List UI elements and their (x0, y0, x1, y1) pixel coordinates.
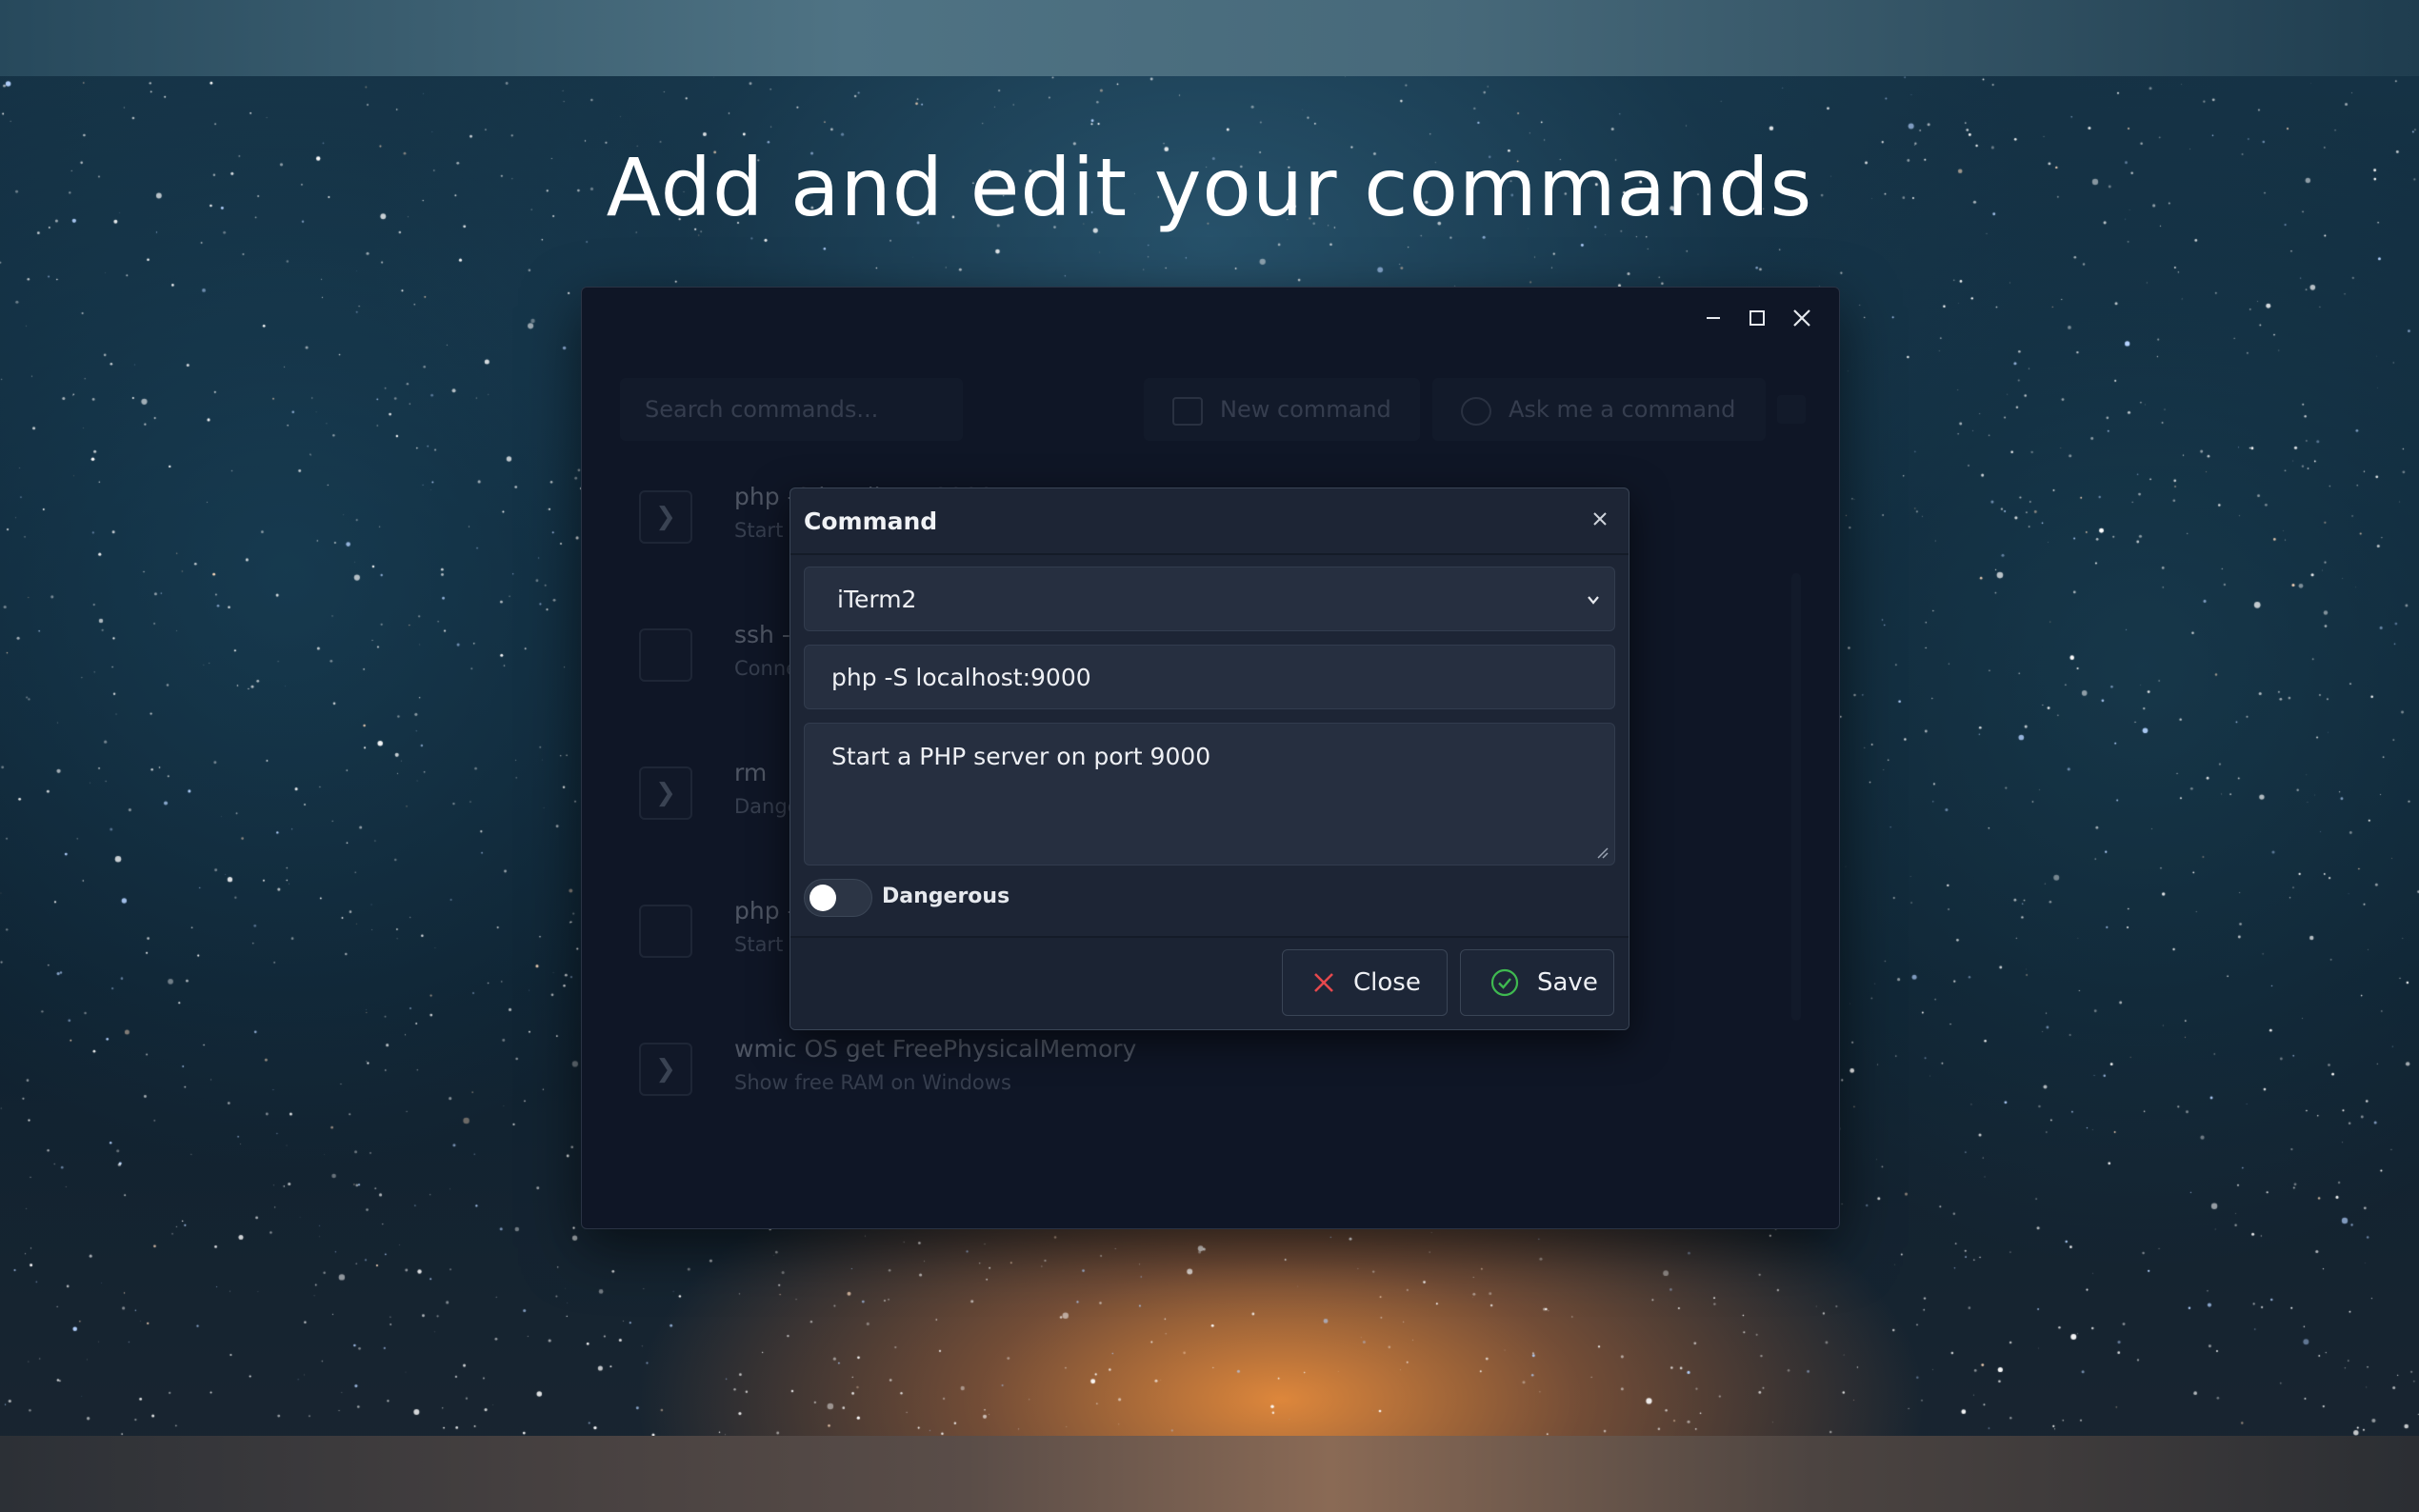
terminal-select[interactable]: iTerm2 (804, 567, 1615, 631)
close-button-label: Close (1353, 968, 1421, 997)
dangerous-toggle-label: Dangerous (882, 885, 1010, 908)
search-input[interactable]: Search commands... (620, 378, 963, 441)
terminal-select-value: iTerm2 (837, 585, 917, 613)
ask-me-a-command-button[interactable]: Ask me a command (1432, 378, 1766, 441)
list-item-subtitle: Start (734, 933, 784, 956)
save-button-label: Save (1537, 968, 1598, 997)
resize-handle-icon[interactable] (1595, 846, 1609, 859)
maximize-icon (1749, 310, 1765, 326)
sparkle-icon (1461, 397, 1491, 426)
scrollbar[interactable] (1791, 573, 1801, 1021)
window-close-button[interactable] (1775, 297, 1829, 339)
toggle-knob (810, 885, 836, 911)
save-button[interactable]: Save (1460, 949, 1614, 1016)
dialog-header: Command (790, 488, 1629, 555)
terminal-icon (639, 628, 692, 682)
description-textarea-value: Start a PHP server on port 9000 (831, 743, 1211, 770)
dangerous-toggle[interactable] (804, 879, 872, 917)
chevron-down-icon (1588, 596, 1599, 605)
close-icon (1793, 309, 1810, 327)
list-item[interactable]: ❯ wmic OS get FreePhysicalMemory Show fr… (639, 1035, 1591, 1111)
bottom-band (0, 1436, 2419, 1512)
list-item-title: ssh -i (734, 621, 797, 648)
command-input[interactable]: php -S localhost:9000 (804, 645, 1615, 709)
list-item-title: wmic OS get FreePhysicalMemory (734, 1035, 1137, 1063)
new-command-label: New command (1220, 396, 1391, 423)
description-textarea[interactable]: Start a PHP server on port 9000 (804, 723, 1615, 865)
plus-square-icon (1172, 397, 1203, 426)
terminal-icon: ❯ (639, 490, 692, 544)
dialog-close-button[interactable] (1583, 502, 1617, 536)
new-command-button[interactable]: New command (1144, 378, 1420, 441)
close-button[interactable]: Close (1282, 949, 1448, 1016)
close-icon (1593, 512, 1607, 526)
dialog-title: Command (804, 507, 938, 535)
x-icon (1311, 970, 1336, 995)
terminal-icon (639, 905, 692, 958)
list-item-title: rm (734, 759, 768, 786)
minimize-icon (1707, 317, 1720, 319)
command-dialog: Command iTerm2 php -S localhost:9000 Sta… (790, 487, 1629, 1030)
top-band (0, 0, 2419, 76)
command-input-value: php -S localhost:9000 (831, 663, 1091, 691)
check-circle-icon (1489, 967, 1520, 998)
list-item-subtitle: Show free RAM on Windows (734, 1071, 1011, 1094)
terminal-icon: ❯ (639, 1043, 692, 1096)
ask-me-a-command-label: Ask me a command (1509, 396, 1736, 423)
page-headline: Add and edit your commands (606, 141, 1813, 234)
terminal-icon: ❯ (639, 766, 692, 820)
settings-icon[interactable] (1777, 395, 1806, 424)
